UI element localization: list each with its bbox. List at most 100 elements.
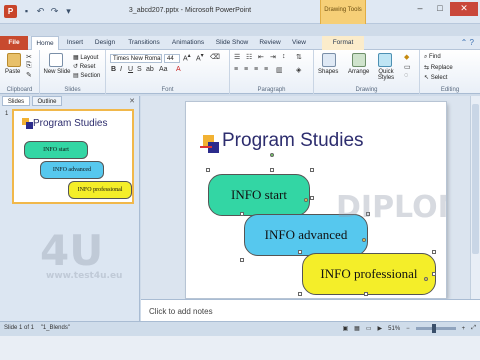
tab-slide-show[interactable]: Slide Show (212, 36, 252, 50)
customize-qat-icon[interactable]: ▾ (63, 6, 74, 17)
adjust-handle-1[interactable] (304, 198, 308, 202)
resize-handle-3-nw[interactable] (298, 250, 302, 254)
align-right-icon[interactable]: ≡ (254, 66, 258, 73)
close-pane-icon[interactable]: ✕ (129, 97, 135, 105)
shape-effects-icon[interactable]: ◌ (404, 72, 408, 79)
layout-button[interactable]: ▦ Layout (73, 54, 98, 61)
align-center-icon[interactable]: ≡ (244, 66, 248, 73)
adjust-handle-3[interactable] (424, 277, 428, 281)
shape-info-start[interactable]: INFO start (208, 174, 310, 216)
tab-transitions[interactable]: Transitions (123, 36, 165, 50)
resize-handle-2-nw[interactable] (240, 212, 244, 216)
align-left-icon[interactable]: ≡ (234, 66, 238, 73)
fit-to-window-icon[interactable]: ⤢ (471, 325, 476, 332)
paste-icon[interactable] (7, 53, 21, 67)
numbering-icon[interactable]: ☷ (246, 53, 252, 61)
tab-review[interactable]: Review (256, 36, 284, 50)
char-spacing-icon[interactable]: ab (146, 66, 154, 73)
undo-icon[interactable]: ↶ (35, 6, 46, 17)
resize-handle-ne[interactable] (310, 168, 314, 172)
help-icon[interactable]: ⌃ ? (461, 38, 474, 47)
decrease-indent-icon[interactable]: ⇤ (258, 53, 264, 61)
minimize-icon[interactable]: – (410, 2, 430, 16)
bold-icon[interactable]: B (111, 66, 116, 73)
clear-format-icon[interactable]: ⌫ (210, 53, 220, 61)
quick-styles-icon[interactable] (378, 53, 392, 67)
select-button[interactable]: ↖ Select (424, 74, 447, 81)
reading-view-icon[interactable]: ▭ (366, 325, 372, 332)
shape-info-professional[interactable]: INFO professional (302, 253, 436, 295)
section-button[interactable]: ▤ Section (73, 72, 100, 79)
redo-icon[interactable]: ↷ (49, 6, 60, 17)
resize-handle-3-sw[interactable] (298, 292, 302, 296)
arrange-button[interactable]: Arrange (348, 69, 369, 75)
vertical-scrollbar[interactable] (470, 96, 480, 299)
new-slide-button[interactable]: New Slide (43, 69, 71, 75)
strikethrough-icon[interactable]: S (137, 66, 142, 73)
tab-view[interactable]: View (287, 36, 311, 50)
resize-handle-3-ne[interactable] (432, 250, 436, 254)
text-direction-icon[interactable]: ⇅ (296, 53, 302, 61)
grow-font-icon[interactable]: A▴ (183, 53, 191, 62)
zoom-out-icon[interactable]: − (406, 326, 410, 332)
font-size-combo[interactable]: 44 (164, 54, 180, 63)
notes-pane[interactable]: Click to add notes (141, 299, 480, 321)
tab-file[interactable]: File (0, 36, 28, 50)
notes-placeholder[interactable]: Click to add notes (149, 307, 213, 316)
cut-icon[interactable]: ✂ (26, 53, 32, 61)
underline-icon[interactable]: U (128, 66, 133, 73)
shape-outline-icon[interactable]: ▭ (404, 63, 411, 71)
tab-design[interactable]: Design (90, 36, 120, 50)
slide-title[interactable]: Program Studies (222, 130, 364, 152)
save-icon[interactable]: ▪ (21, 6, 32, 17)
sorter-view-icon[interactable]: ▦ (354, 325, 360, 332)
shapes-icon[interactable] (322, 53, 336, 67)
zoom-in-icon[interactable]: + (462, 326, 466, 332)
resize-handle-nw[interactable] (206, 168, 210, 172)
replace-button[interactable]: ⇆ Replace (424, 64, 453, 71)
resize-handle-2-sw[interactable] (240, 258, 244, 262)
bullets-icon[interactable]: ☰ (234, 53, 240, 61)
tab-insert[interactable]: Insert (62, 36, 88, 50)
resize-handle-e[interactable] (310, 196, 314, 200)
shrink-font-icon[interactable]: A▾ (196, 53, 204, 62)
scrollbar-thumb[interactable] (472, 104, 479, 254)
shape-fill-icon[interactable]: ◆ (404, 53, 409, 61)
slideshow-view-icon[interactable]: ▶ (378, 325, 383, 332)
copy-icon[interactable]: ⎘ (26, 62, 32, 70)
arrange-icon[interactable] (352, 53, 366, 67)
italic-icon[interactable]: I (120, 66, 122, 73)
resize-handle-n[interactable] (270, 168, 274, 172)
tab-home[interactable]: Home (31, 36, 59, 51)
increase-indent-icon[interactable]: ⇥ (270, 53, 276, 61)
tab-outline[interactable]: Outline (32, 96, 62, 106)
smartart-icon[interactable]: ◈ (296, 66, 301, 74)
zoom-level[interactable]: 51% (388, 326, 400, 332)
font-color-icon[interactable]: A (176, 66, 181, 73)
tab-format[interactable]: Format (322, 36, 364, 50)
shapes-button[interactable]: Shapes (318, 69, 338, 75)
slide-thumbnail[interactable]: Program Studies INFO start INFO advanced… (12, 109, 134, 204)
tab-slides[interactable]: Slides (2, 96, 30, 106)
paste-button[interactable]: Paste (5, 69, 20, 75)
resize-handle-3-s[interactable] (364, 292, 368, 296)
maximize-icon[interactable]: □ (430, 2, 450, 16)
rotation-handle[interactable] (270, 153, 274, 157)
close-icon[interactable]: ✕ (450, 2, 478, 16)
find-button[interactable]: ⌕ Find (424, 54, 441, 61)
adjust-handle-2[interactable] (362, 238, 366, 242)
reset-button[interactable]: ↺ Reset (73, 63, 95, 70)
line-spacing-icon[interactable]: ↕ (282, 53, 286, 60)
font-name-combo[interactable]: Times New Romai (110, 54, 162, 63)
tab-animations[interactable]: Animations (168, 36, 208, 50)
powerpoint-app-icon[interactable]: P (4, 5, 17, 18)
slide-canvas[interactable]: Program Studies INFO start INFO advanced… (186, 102, 446, 298)
change-case-icon[interactable]: Aa (159, 66, 168, 73)
columns-icon[interactable]: ▥ (276, 66, 283, 74)
format-painter-icon[interactable]: ✎ (26, 71, 32, 79)
quick-styles-button[interactable]: Quick Styles (374, 69, 398, 81)
resize-handle-3-e[interactable] (432, 272, 436, 276)
zoom-slider[interactable] (415, 324, 456, 333)
new-slide-icon[interactable] (49, 53, 63, 67)
normal-view-icon[interactable]: ▣ (343, 325, 349, 332)
